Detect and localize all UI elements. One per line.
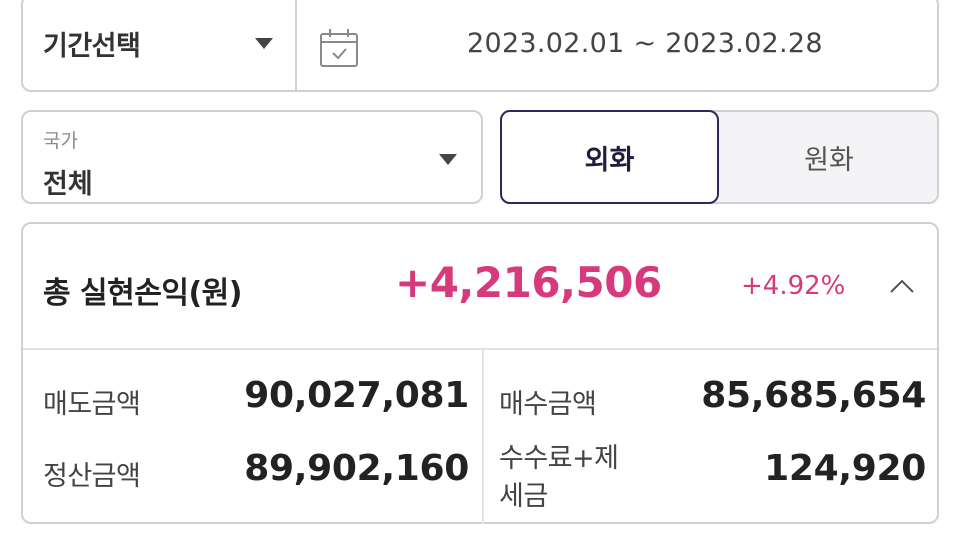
profit-summary-header: 총 실현손익(원) +4,216,506 +4.92% bbox=[23, 224, 937, 350]
country-select[interactable]: 국가 전체 bbox=[21, 110, 483, 204]
sell-amount-label: 매도금액 bbox=[43, 389, 141, 420]
column-divider bbox=[482, 350, 484, 524]
profit-amount: +4,216,506 bbox=[395, 258, 662, 307]
fee-tax-label-line2: 세금 bbox=[499, 481, 548, 512]
tab-krw[interactable]: 원화 bbox=[719, 110, 939, 204]
country-value: 전체 bbox=[43, 169, 93, 200]
date-range-picker[interactable]: 2023.02.01 ~ 2023.02.28 bbox=[297, 0, 937, 90]
realized-profit-card: 총 실현손익(원) +4,216,506 +4.92% 매도금액 90,027,… bbox=[21, 222, 939, 524]
chevron-down-icon bbox=[255, 37, 273, 49]
country-caption: 국가 bbox=[43, 130, 78, 152]
period-filter: 기간선택 2023.02.01 ~ 2023.02.28 bbox=[21, 0, 939, 92]
currency-toggle: 외화 원화 bbox=[500, 110, 939, 204]
tab-foreign-currency[interactable]: 외화 bbox=[500, 110, 719, 204]
profit-title: 총 실현손익(원) bbox=[43, 276, 242, 311]
sell-amount-value: 90,027,081 bbox=[244, 375, 469, 416]
chevron-down-icon bbox=[439, 154, 457, 165]
settle-amount-label: 정산금액 bbox=[43, 461, 141, 492]
calendar-icon bbox=[319, 28, 359, 72]
period-select[interactable]: 기간선택 bbox=[23, 0, 297, 90]
buy-amount-label: 매수금액 bbox=[499, 389, 597, 420]
date-range-text: 2023.02.01 ~ 2023.02.28 bbox=[467, 28, 823, 59]
period-select-label: 기간선택 bbox=[43, 30, 141, 62]
chevron-up-icon[interactable] bbox=[889, 276, 915, 298]
buy-amount-value: 85,685,654 bbox=[701, 375, 926, 416]
profit-percent: +4.92% bbox=[741, 271, 846, 301]
settle-amount-value: 89,902,160 bbox=[244, 448, 469, 489]
fee-tax-label: 수수료+제 bbox=[499, 443, 619, 474]
fee-tax-value: 124,920 bbox=[764, 448, 926, 489]
